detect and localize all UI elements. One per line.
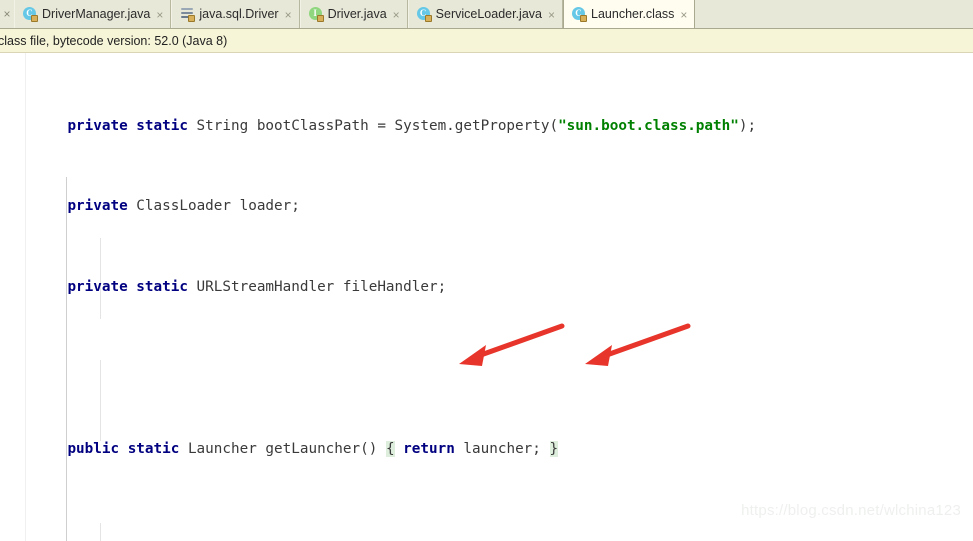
code-line[interactable]: private static String bootClassPath = Sy…: [26, 116, 973, 136]
java-interface-icon: I: [308, 6, 324, 22]
bytecode-version-notification-bar: class file, bytecode version: 52.0 (Java…: [0, 29, 973, 53]
code-line[interactable]: public static Launcher getLauncher() { r…: [26, 439, 973, 459]
editor-tab-driver-java[interactable]: I Driver.java ×: [299, 0, 408, 28]
code-editor[interactable]: private static String bootClassPath = Sy…: [0, 53, 973, 541]
java-class-icon: C: [23, 6, 38, 22]
editor-tab-label: ServiceLoader.java: [435, 7, 542, 22]
java-class-icon: C: [572, 6, 588, 22]
editor-tab-java-sql-driver[interactable]: java.sql.Driver ×: [171, 0, 300, 28]
editor-tab-label: Launcher.class: [591, 7, 675, 22]
java-class-icon: C: [416, 6, 432, 22]
editor-tab-launcher-class[interactable]: C Launcher.class ×: [563, 0, 696, 28]
editor-gutter[interactable]: [0, 53, 26, 541]
source-code[interactable]: private static String bootClassPath = Sy…: [26, 53, 973, 541]
code-line[interactable]: private static URLStreamHandler fileHand…: [26, 277, 973, 297]
tab-close-icon[interactable]: ×: [548, 8, 555, 21]
editor-tab-bar: × C DriverManager.java × java.sql.Driver…: [0, 0, 973, 29]
code-text-area[interactable]: private static String bootClassPath = Sy…: [26, 53, 973, 541]
ide-editor-window: × C DriverManager.java × java.sql.Driver…: [0, 0, 973, 541]
tab-close-icon[interactable]: ×: [156, 8, 163, 21]
editor-tab-drivermanager-java[interactable]: C DriverManager.java ×: [14, 0, 172, 28]
notification-text: class file, bytecode version: 52.0 (Java…: [0, 33, 228, 48]
blog-watermark: https://blog.csdn.net/wlchina123: [741, 502, 961, 519]
editor-tab-label: DriverManager.java: [42, 7, 151, 22]
tab-close-icon[interactable]: ×: [393, 8, 400, 21]
tab-bar-empty-space: [695, 0, 973, 28]
editor-tab-label: Driver.java: [327, 7, 387, 22]
code-line[interactable]: [26, 520, 973, 540]
tab-close-icon[interactable]: ×: [680, 8, 687, 21]
editor-tab-label: java.sql.Driver: [199, 7, 279, 22]
library-icon: [180, 7, 196, 22]
tab-close-icon[interactable]: ×: [285, 8, 292, 21]
code-line[interactable]: [26, 358, 973, 378]
tab-overflow-close-icon[interactable]: ×: [0, 0, 14, 28]
code-line[interactable]: private ClassLoader loader;: [26, 196, 973, 216]
editor-tab-serviceloader-java[interactable]: C ServiceLoader.java ×: [407, 0, 564, 28]
